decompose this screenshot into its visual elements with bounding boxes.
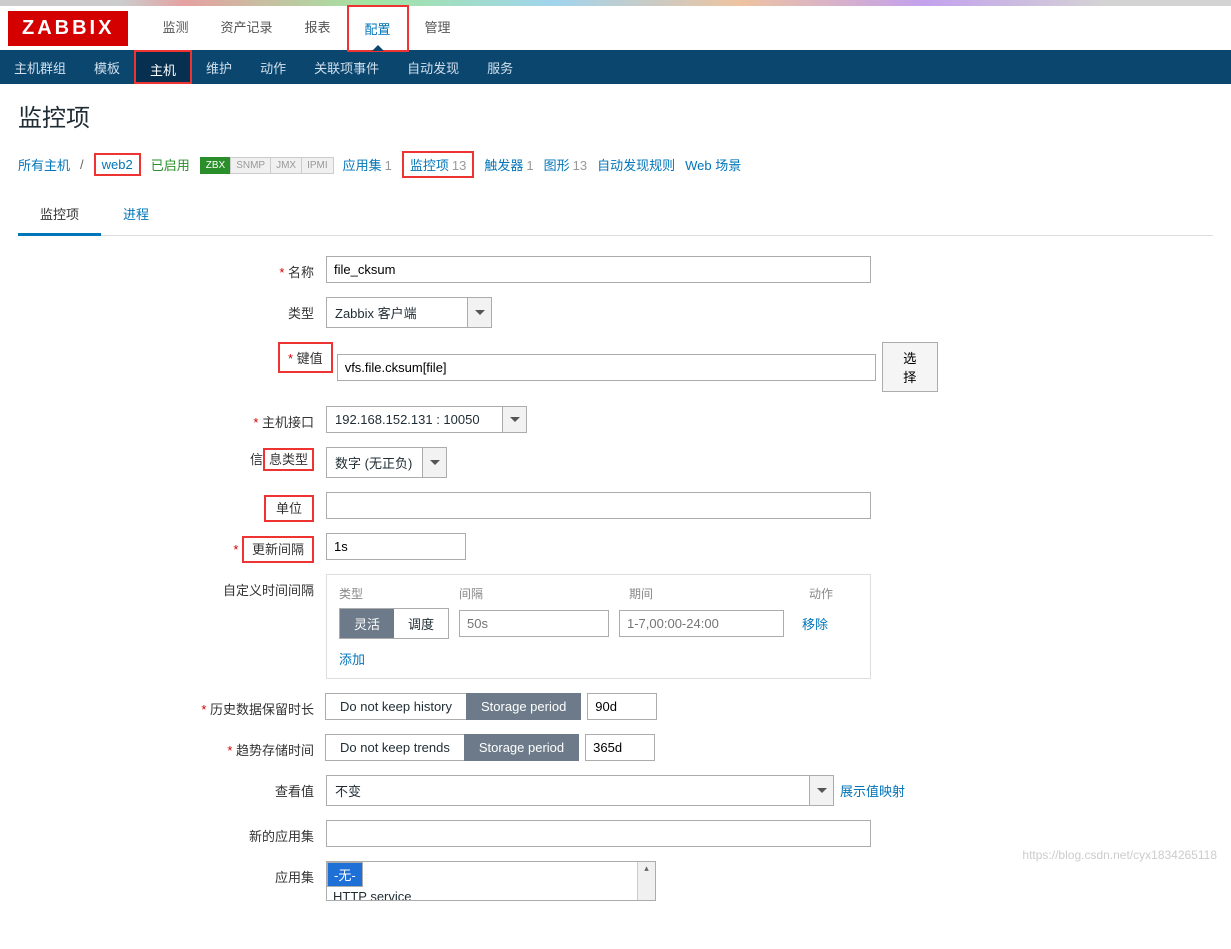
chevron-down-icon[interactable] — [422, 448, 446, 477]
subnav-templates[interactable]: 模板 — [80, 50, 134, 84]
bc-applications[interactable]: 应用集 — [343, 158, 382, 173]
apps-listbox[interactable]: -无- HTTP service — [326, 861, 656, 901]
pill-zbx: ZBX — [200, 157, 231, 174]
interface-label: 主机接口 — [18, 406, 326, 431]
nav-monitor[interactable]: 监测 — [146, 5, 204, 52]
showvalue-value: 不变 — [327, 776, 809, 805]
infotype-label: 息类型 — [263, 448, 314, 471]
history-nokeep[interactable]: Do not keep history — [325, 693, 467, 720]
unit-label: 单位 — [264, 495, 314, 522]
bc-discovery[interactable]: 自动发现规则 — [597, 155, 675, 174]
history-label: 历史数据保留时长 — [18, 693, 326, 718]
top-bar: ZABBIX 监测 资产记录 报表 配置 管理 — [0, 0, 1231, 50]
interface-value: 192.168.152.131 : 10050 — [327, 407, 502, 432]
main-nav: 监测 资产记录 报表 配置 管理 — [146, 5, 466, 52]
apps-label: 应用集 — [18, 861, 326, 886]
type-value: Zabbix 客户端 — [327, 298, 467, 327]
type-select[interactable]: Zabbix 客户端 — [326, 297, 492, 328]
trends-value-input[interactable] — [585, 734, 655, 761]
bc-host[interactable]: web2 — [94, 153, 141, 176]
trends-nokeep[interactable]: Do not keep trends — [325, 734, 465, 761]
key-select-button[interactable]: 选择 — [882, 342, 938, 392]
toggle-flexible[interactable]: 灵活 — [340, 609, 394, 638]
logo: ZABBIX — [8, 11, 128, 46]
type-label: 类型 — [18, 297, 326, 322]
update-input[interactable] — [326, 533, 466, 560]
bc-all-hosts[interactable]: 所有主机 — [18, 155, 70, 174]
apps-opt-none[interactable]: -无- — [327, 862, 363, 887]
bc-triggers-count: 1 — [526, 158, 533, 173]
subnav-correlation[interactable]: 关联项事件 — [300, 50, 393, 84]
custom-intervals: 类型 间隔 期间 动作 灵活 调度 移除 添加 — [326, 574, 871, 679]
key-input[interactable] — [337, 354, 876, 381]
name-label: 名称 — [18, 256, 326, 281]
nav-config[interactable]: 配置 — [347, 5, 409, 52]
breadcrumb: 所有主机 / web2 已启用 ZBXSNMPJMXIPMI 应用集1 监控项1… — [18, 147, 1213, 188]
trends-toggle[interactable]: Do not keep trends Storage period — [326, 734, 579, 761]
int-hdr-type: 类型 — [339, 585, 459, 602]
subnav-actions[interactable]: 动作 — [246, 50, 300, 84]
int-hdr-period: 期间 — [629, 585, 809, 602]
bc-items-count: 13 — [452, 158, 466, 173]
subnav-maintenance[interactable]: 维护 — [192, 50, 246, 84]
history-toggle[interactable]: Do not keep history Storage period — [326, 693, 581, 720]
scrollbar[interactable] — [637, 862, 655, 900]
interface-pills: ZBXSNMPJMXIPMI — [200, 156, 333, 174]
infotype-label-pre: 信 — [250, 452, 263, 467]
chevron-down-icon[interactable] — [467, 298, 491, 327]
int-hdr-action: 动作 — [809, 585, 858, 602]
toggle-scheduling[interactable]: 调度 — [394, 609, 448, 638]
interface-select[interactable]: 192.168.152.131 : 10050 — [326, 406, 527, 433]
bc-triggers[interactable]: 触发器 — [484, 158, 523, 173]
sub-nav: 主机群组 模板 主机 维护 动作 关联项事件 自动发现 服务 — [0, 50, 1231, 84]
subnav-hostgroups[interactable]: 主机群组 — [0, 50, 80, 84]
trends-label: 趋势存储时间 — [18, 734, 326, 759]
chevron-down-icon[interactable] — [809, 776, 833, 805]
period-input[interactable] — [619, 610, 784, 637]
trends-storage[interactable]: Storage period — [464, 734, 579, 761]
name-input[interactable] — [326, 256, 871, 283]
interval-remove-link[interactable]: 移除 — [802, 614, 828, 633]
bc-enabled: 已启用 — [151, 155, 190, 174]
pill-snmp: SNMP — [230, 157, 271, 174]
bc-graphs[interactable]: 图形 — [544, 158, 570, 173]
infotype-value: 数字 (无正负) — [327, 448, 422, 477]
tab-items[interactable]: 监控项 — [18, 194, 101, 236]
bc-graphs-count: 13 — [573, 158, 587, 173]
interval-add-link[interactable]: 添加 — [339, 652, 365, 667]
pill-ipmi: IPMI — [301, 157, 334, 174]
newapp-label: 新的应用集 — [18, 820, 326, 845]
form-tabs: 监控项 进程 — [18, 194, 1213, 236]
showvalue-label: 查看值 — [18, 775, 326, 800]
history-value-input[interactable] — [587, 693, 657, 720]
showvalue-select[interactable]: 不变 — [326, 775, 834, 806]
showvalue-map-link[interactable]: 展示值映射 — [840, 781, 905, 800]
slash: / — [80, 157, 84, 172]
subnav-services[interactable]: 服务 — [473, 50, 527, 84]
update-label: 更新间隔 — [242, 536, 314, 563]
unit-input[interactable] — [326, 492, 871, 519]
interval-type-toggle[interactable]: 灵活 调度 — [339, 608, 449, 639]
bc-items[interactable]: 监控项 — [410, 158, 449, 173]
custom-int-label: 自定义时间间隔 — [18, 574, 326, 599]
nav-inventory[interactable]: 资产记录 — [204, 5, 288, 52]
int-hdr-interval: 间隔 — [459, 585, 629, 602]
interval-input[interactable] — [459, 610, 609, 637]
infotype-select[interactable]: 数字 (无正负) — [326, 447, 447, 478]
item-form: 名称 类型 Zabbix 客户端 键值 选择 主机接口 — [18, 236, 938, 935]
apps-opt-http[interactable]: HTTP service — [327, 887, 655, 901]
subnav-hosts[interactable]: 主机 — [134, 50, 192, 84]
history-storage[interactable]: Storage period — [466, 693, 581, 720]
bc-app-count: 1 — [385, 158, 392, 173]
subnav-discovery[interactable]: 自动发现 — [393, 50, 473, 84]
chevron-down-icon[interactable] — [502, 407, 526, 432]
nav-reports[interactable]: 报表 — [288, 5, 346, 52]
key-label: 键值 — [278, 342, 333, 373]
nav-admin[interactable]: 管理 — [409, 5, 467, 52]
pill-jmx: JMX — [270, 157, 302, 174]
tab-process[interactable]: 进程 — [101, 194, 171, 235]
newapp-input[interactable] — [326, 820, 871, 847]
bc-web[interactable]: Web 场景 — [685, 155, 741, 174]
page-title: 监控项 — [18, 98, 1213, 133]
